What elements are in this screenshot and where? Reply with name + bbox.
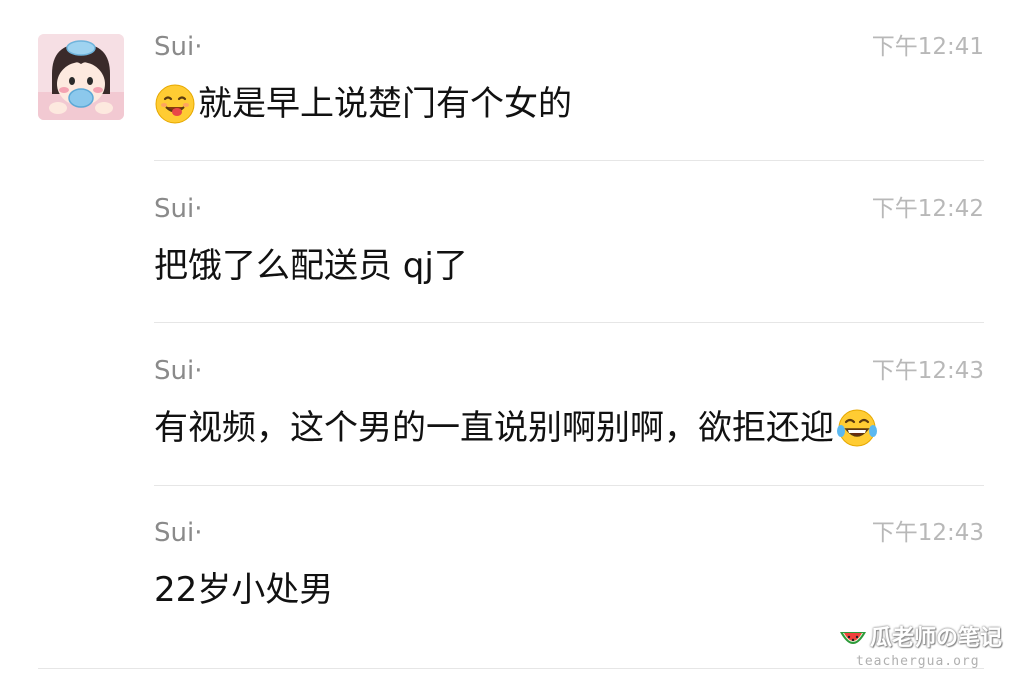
message-text: 有视频，这个男的一直说别啊别啊，欲拒还迎 bbox=[154, 408, 834, 448]
message-time: 下午12:43 bbox=[871, 358, 984, 384]
chat-message[interactable]: Sui· 下午12:42 把饿了么配送员 qj了 bbox=[154, 194, 984, 294]
message-divider bbox=[154, 160, 984, 161]
tears-of-joy-emoji bbox=[836, 407, 878, 449]
sender-name: Sui· bbox=[154, 32, 203, 62]
chat-message[interactable]: Sui· 下午12:41 就是早上说楚门有个女的 bbox=[154, 32, 984, 132]
message-text-row: 有视频，这个男的一直说别啊别啊，欲拒还迎 bbox=[154, 406, 878, 450]
message-text: 把饿了么配送员 qj了 bbox=[154, 246, 468, 286]
chat-history-screen: Sui· 下午12:41 就是早上说楚门有个女的 Sui· 下午12:42 把饿… bbox=[0, 0, 1024, 674]
message-time: 下午12:43 bbox=[871, 520, 984, 546]
message-divider bbox=[154, 322, 984, 323]
sender-name: Sui· bbox=[154, 356, 203, 386]
watermark-title: 瓜老师の笔记 bbox=[870, 626, 1003, 651]
message-text: 22岁小处男 bbox=[154, 570, 334, 610]
watermark-url: teachergua.org bbox=[856, 654, 980, 669]
sender-avatar[interactable] bbox=[38, 34, 124, 120]
chat-message[interactable]: Sui· 下午12:43 22岁小处男 bbox=[154, 518, 984, 618]
watermark: 瓜老师の笔记 teachergua.org bbox=[836, 624, 1006, 672]
message-text-row: 把饿了么配送员 qj了 bbox=[154, 244, 468, 288]
yum-face-emoji bbox=[154, 83, 196, 125]
chat-message[interactable]: Sui· 下午12:43 有视频，这个男的一直说别啊别啊，欲拒还迎 bbox=[154, 356, 984, 456]
message-text-row: 22岁小处男 bbox=[154, 568, 333, 612]
watermelon-icon bbox=[838, 626, 868, 652]
sender-name: Sui· bbox=[154, 194, 203, 224]
message-time: 下午12:42 bbox=[871, 196, 984, 222]
message-text-row: 就是早上说楚门有个女的 bbox=[154, 82, 572, 126]
message-divider bbox=[154, 485, 984, 486]
message-text: 就是早上说楚门有个女的 bbox=[198, 84, 572, 124]
sender-name: Sui· bbox=[154, 518, 203, 548]
message-time: 下午12:41 bbox=[871, 34, 984, 60]
